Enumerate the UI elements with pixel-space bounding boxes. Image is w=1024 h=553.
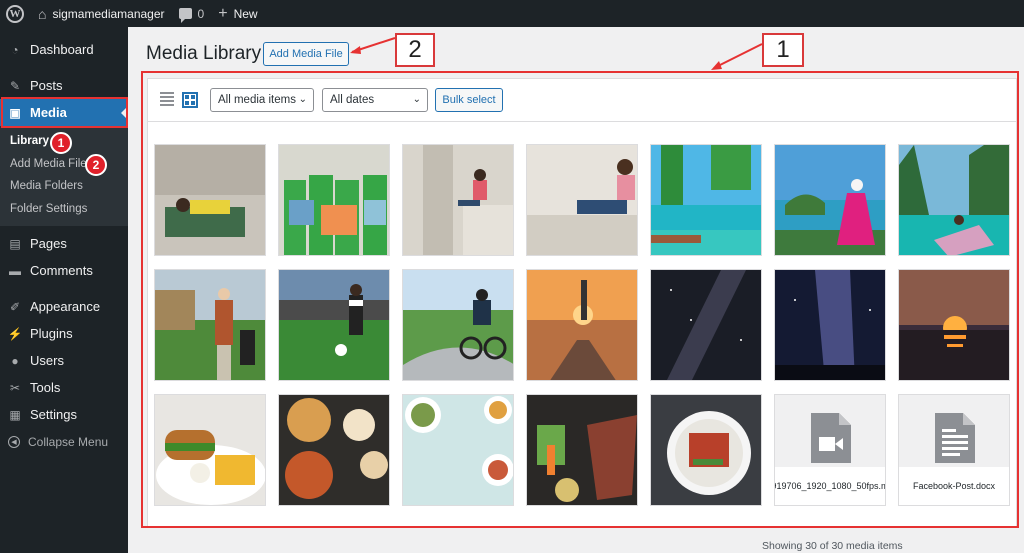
- menu-item-tools[interactable]: ✂ Tools: [0, 374, 128, 401]
- site-name: sigmamediamanager: [52, 6, 165, 21]
- media-count: Showing 30 of 30 media items: [762, 540, 903, 552]
- menu-item-settings[interactable]: ▦ Settings: [0, 401, 128, 428]
- menu-item-pages[interactable]: ▤ Pages: [0, 230, 128, 257]
- menu-label: Posts: [30, 78, 63, 93]
- menu-label: Collapse Menu: [28, 434, 109, 449]
- brush-icon: ✐: [9, 299, 21, 314]
- menu-label: Pages: [30, 236, 67, 251]
- menu-label: Comments: [30, 263, 93, 278]
- menu-label: Appearance: [30, 299, 101, 314]
- menu-label: Dashboard: [30, 42, 94, 57]
- menu-item-posts[interactable]: ✎ Posts: [0, 72, 128, 99]
- menu-item-plugins[interactable]: ⚡ Plugins: [0, 320, 128, 347]
- new-content-button[interactable]: + New: [211, 0, 264, 27]
- comment-bubble-icon: [178, 8, 192, 23]
- collapse-icon: ◀: [8, 435, 20, 448]
- submenu-add-media-file[interactable]: Add Media File: [0, 153, 128, 176]
- plus-icon: +: [218, 4, 228, 22]
- users-icon: ●: [11, 353, 19, 368]
- collapse-menu-button[interactable]: ◀ Collapse Menu: [0, 428, 128, 455]
- dashboard-icon: ◔: [11, 42, 19, 57]
- menu-label: Tools: [30, 380, 61, 395]
- callout-2: 2: [395, 33, 435, 67]
- add-media-file-button[interactable]: Add Media File: [263, 42, 349, 66]
- wrench-icon: ✂: [9, 380, 21, 395]
- menu-label: Plugins: [30, 326, 73, 341]
- site-name-link[interactable]: ⌂ sigmamediamanager: [31, 0, 172, 27]
- comments-count: 0: [197, 6, 205, 21]
- home-icon: ⌂: [38, 5, 47, 22]
- comments-link[interactable]: 0: [172, 0, 212, 27]
- marker-2: 2: [85, 154, 107, 176]
- media-menu-highlight: [1, 97, 128, 128]
- settings-icon: ▦: [9, 407, 21, 422]
- admin-bar: W ⌂ sigmamediamanager 0 + New: [0, 0, 1024, 27]
- menu-item-comments[interactable]: ▬ Comments: [0, 257, 128, 284]
- menu-item-users[interactable]: ● Users: [0, 347, 128, 374]
- new-label: New: [233, 6, 258, 21]
- wordpress-logo-button[interactable]: W: [0, 0, 31, 27]
- menu-label: Settings: [30, 407, 77, 422]
- plug-icon: ⚡: [7, 326, 23, 341]
- pin-icon: ✎: [9, 78, 21, 93]
- comments-icon: ▬: [9, 263, 21, 278]
- menu-label: Users: [30, 353, 64, 368]
- callout-1: 1: [762, 33, 804, 67]
- pages-icon: ▤: [9, 236, 21, 251]
- media-grid-highlight: [141, 71, 1019, 528]
- marker-1: 1: [50, 132, 72, 154]
- wordpress-icon: W: [6, 4, 24, 23]
- menu-item-dashboard[interactable]: ◔ Dashboard: [0, 36, 128, 63]
- page-title: Media Library: [146, 43, 262, 64]
- menu-item-appearance[interactable]: ✐ Appearance: [0, 293, 128, 320]
- submenu-media-folders[interactable]: Media Folders: [0, 175, 128, 198]
- submenu-folder-settings[interactable]: Folder Settings: [0, 198, 128, 221]
